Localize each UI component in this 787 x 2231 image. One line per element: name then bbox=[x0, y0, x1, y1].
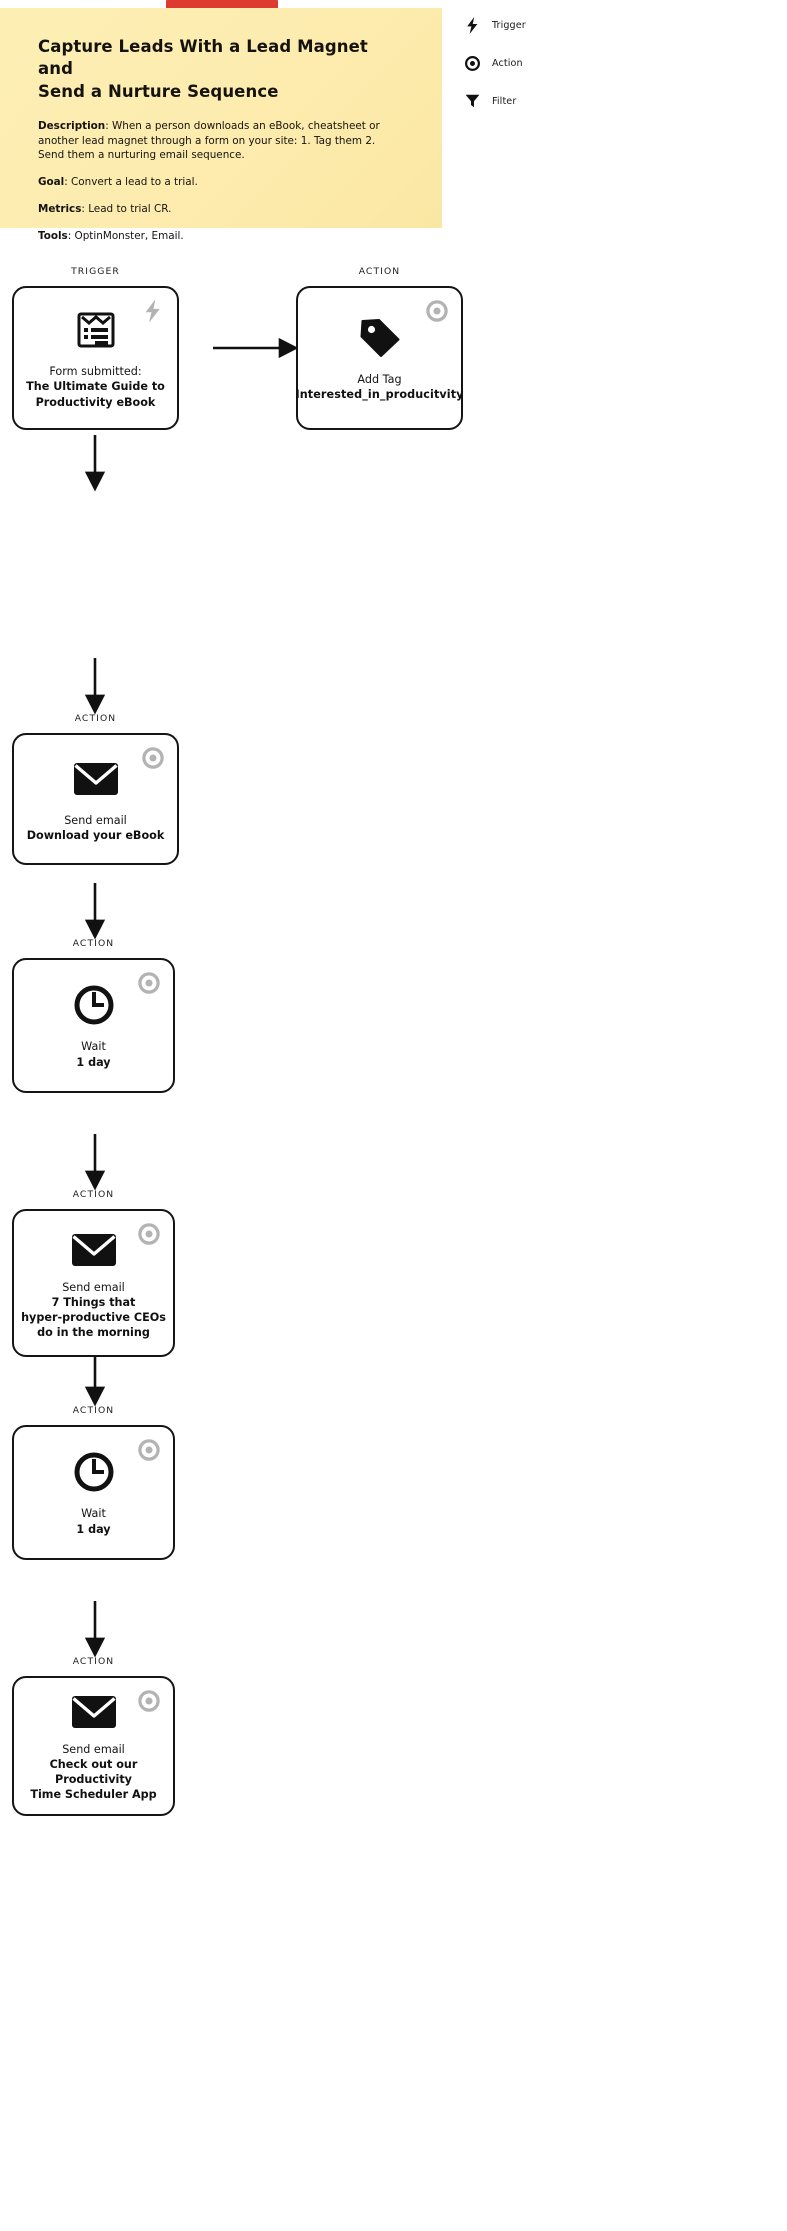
node-action-add-tag[interactable]: ACTION Add Tag Interested_in_producitvit… bbox=[295, 266, 463, 430]
goal-label: Goal bbox=[38, 176, 65, 189]
node-action-wait-1[interactable]: ACTION Wait 1 day bbox=[12, 938, 175, 1093]
clock-icon bbox=[73, 983, 115, 1027]
envelope-icon bbox=[71, 1228, 117, 1272]
metrics-label: Metrics bbox=[38, 202, 82, 215]
circle-dot-icon bbox=[137, 1689, 161, 1713]
node-text: Send email Check out our Productivity Ti… bbox=[24, 1742, 163, 1802]
circle-dot-icon bbox=[137, 971, 161, 995]
node-text: Wait 1 day bbox=[76, 1039, 110, 1069]
node-action-send-email-scheduler[interactable]: ACTION Send email Check out our Producti… bbox=[12, 1656, 175, 1816]
node-action-send-email-7-things[interactable]: ACTION Send email 7 Things that hyper-pr… bbox=[12, 1189, 175, 1357]
circle-dot-icon bbox=[141, 746, 165, 770]
funnel-icon bbox=[462, 94, 482, 108]
node-body[interactable]: Wait 1 day bbox=[12, 1425, 175, 1560]
node-body[interactable]: Wait 1 day bbox=[12, 958, 175, 1093]
node-line1: Send email bbox=[64, 813, 127, 827]
node-body[interactable]: Send email Download your eBook bbox=[12, 733, 179, 865]
node-body[interactable]: Send email Check out our Productivity Ti… bbox=[12, 1676, 175, 1816]
node-line1: Add Tag bbox=[357, 372, 402, 386]
tools-text: : OptinMonster, Email. bbox=[67, 229, 184, 242]
node-text: Form submitted: The Ultimate Guide to Pr… bbox=[26, 364, 165, 409]
node-line2: 7 Things that hyper-productive CEOs do i… bbox=[21, 1295, 166, 1340]
node-action-send-email-download[interactable]: ACTION Send email Download your eBook bbox=[12, 713, 179, 865]
node-body[interactable]: Send email 7 Things that hyper-productiv… bbox=[12, 1209, 175, 1357]
circle-dot-icon bbox=[137, 1222, 161, 1246]
form-icon bbox=[75, 308, 117, 352]
legend: Trigger Action Filter bbox=[462, 10, 602, 124]
node-body[interactable]: Form submitted: The Ultimate Guide to Pr… bbox=[12, 286, 179, 430]
node-kind-label: ACTION bbox=[72, 1656, 115, 1667]
legend-label-filter: Filter bbox=[492, 95, 517, 107]
envelope-icon bbox=[73, 757, 119, 801]
summary-note-card: Capture Leads With a Lead Magnet and Sen… bbox=[0, 8, 442, 242]
tag-icon bbox=[358, 316, 402, 360]
lightning-bolt-icon bbox=[462, 16, 482, 34]
tools-row: Tools: OptinMonster, Email. bbox=[38, 229, 402, 244]
goal-text: : Convert a lead to a trial. bbox=[64, 176, 198, 189]
legend-item-action: Action bbox=[462, 48, 602, 78]
node-line2: Interested_in_producitvity bbox=[295, 388, 464, 401]
legend-label-action: Action bbox=[492, 57, 523, 69]
description-row: Description: When a person downloads an … bbox=[38, 119, 402, 163]
node-text: Add Tag Interested_in_producitvity bbox=[295, 372, 463, 402]
circle-dot-icon bbox=[137, 1438, 161, 1462]
legend-item-filter: Filter bbox=[462, 86, 602, 116]
metrics-text: : Lead to trial CR. bbox=[81, 202, 172, 215]
circle-dot-icon bbox=[425, 299, 449, 323]
node-kind-label: ACTION bbox=[72, 1405, 115, 1416]
circle-dot-icon bbox=[462, 55, 482, 71]
node-text: Wait 1 day bbox=[76, 1506, 110, 1536]
metrics-row: Metrics: Lead to trial CR. bbox=[38, 202, 402, 217]
node-kind-label: ACTION bbox=[72, 1189, 115, 1200]
node-line1: Wait bbox=[81, 1507, 106, 1521]
legend-label-trigger: Trigger bbox=[492, 19, 526, 31]
clock-icon bbox=[73, 1450, 115, 1494]
node-trigger-form-submitted[interactable]: TRIGGER Form submitted: The Ultimate Gui bbox=[12, 266, 179, 430]
node-kind-label: TRIGGER bbox=[71, 266, 120, 277]
lightning-bolt-icon bbox=[141, 299, 165, 323]
node-line1: Send email bbox=[62, 1280, 125, 1294]
description-label: Description bbox=[38, 119, 106, 132]
node-kind-label: ACTION bbox=[74, 713, 117, 724]
goal-row: Goal: Convert a lead to a trial. bbox=[38, 175, 402, 190]
node-line1: Wait bbox=[81, 1040, 106, 1054]
legend-item-trigger: Trigger bbox=[462, 10, 602, 40]
tools-label: Tools bbox=[38, 229, 68, 242]
node-line2: Check out our Productivity Time Schedule… bbox=[30, 1757, 157, 1801]
page-title: Capture Leads With a Lead Magnet and Sen… bbox=[38, 37, 368, 101]
node-kind-label: ACTION bbox=[72, 938, 115, 949]
node-line2: Download your eBook bbox=[26, 829, 165, 842]
node-text: Send email 7 Things that hyper-productiv… bbox=[21, 1280, 166, 1340]
node-kind-label: ACTION bbox=[358, 266, 401, 277]
node-body[interactable]: Add Tag Interested_in_producitvity bbox=[295, 286, 463, 430]
envelope-icon bbox=[71, 1692, 117, 1732]
node-text: Send email Download your eBook bbox=[27, 813, 165, 843]
node-line1: Form submitted: bbox=[49, 365, 142, 379]
node-action-wait-2[interactable]: ACTION Wait 1 day bbox=[12, 1405, 175, 1560]
node-line1: Send email bbox=[62, 1742, 125, 1756]
node-line2: The Ultimate Guide to Productivity eBook bbox=[26, 380, 165, 409]
node-line2: 1 day bbox=[76, 1055, 111, 1069]
node-line2: 1 day bbox=[76, 1522, 111, 1536]
